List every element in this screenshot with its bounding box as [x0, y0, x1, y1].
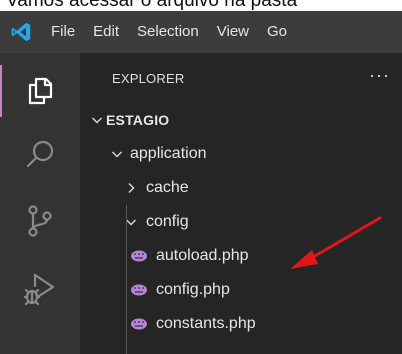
tree-file-autoload[interactable]: autoload.php [80, 239, 402, 273]
vscode-logo-icon [0, 11, 42, 53]
activity-bar [0, 53, 80, 354]
tree-folder-config[interactable]: config [80, 205, 402, 239]
chevron-right-icon [122, 171, 140, 205]
chevron-down-icon [88, 103, 106, 137]
tree-folder-cache[interactable]: cache [80, 171, 402, 205]
php-file-icon [128, 239, 150, 273]
explorer-title: EXPLORER [112, 70, 185, 86]
menu-file[interactable]: File [42, 11, 84, 53]
source-control-icon[interactable] [0, 189, 80, 253]
tree-root-estagio[interactable]: ESTAGIO [80, 103, 402, 137]
tree-folder-application[interactable]: application [80, 137, 402, 171]
caption-text: Vamos acessar o arquivo na pasta [6, 0, 298, 11]
tree-file-config[interactable]: config.php [80, 273, 402, 307]
chevron-down-icon [122, 205, 140, 239]
tree-folder-label: cache [146, 179, 189, 196]
tree-file-label: constants.php [156, 315, 256, 332]
menu-view[interactable]: View [208, 11, 258, 53]
menu-selection[interactable]: Selection [128, 11, 208, 53]
more-actions-icon[interactable]: ··· [369, 66, 390, 86]
search-icon[interactable] [0, 123, 80, 187]
run-debug-icon[interactable] [0, 257, 80, 321]
tree-indent-guide [126, 205, 127, 354]
chevron-down-icon [108, 137, 126, 171]
tree-root-label: ESTAGIO [106, 112, 170, 128]
php-file-icon [128, 307, 150, 341]
title-bar: File Edit Selection View Go [0, 11, 402, 53]
menu-edit[interactable]: Edit [84, 11, 128, 53]
explorer-sidebar: EXPLORER ··· ESTAGIO application cache c… [80, 53, 402, 354]
tree-file-label: config.php [156, 281, 230, 298]
menu-go[interactable]: Go [258, 11, 296, 53]
tree-file-constants[interactable]: constants.php [80, 307, 402, 341]
php-file-icon [128, 273, 150, 307]
tree-folder-label: config [146, 213, 189, 230]
explorer-icon[interactable] [0, 59, 80, 123]
vscode-window: File Edit Selection View Go EXPLORER ···… [0, 11, 402, 354]
explorer-header: EXPLORER ··· [80, 53, 402, 103]
tree-file-label: autoload.php [156, 247, 249, 264]
tree-folder-label: application [130, 145, 207, 162]
